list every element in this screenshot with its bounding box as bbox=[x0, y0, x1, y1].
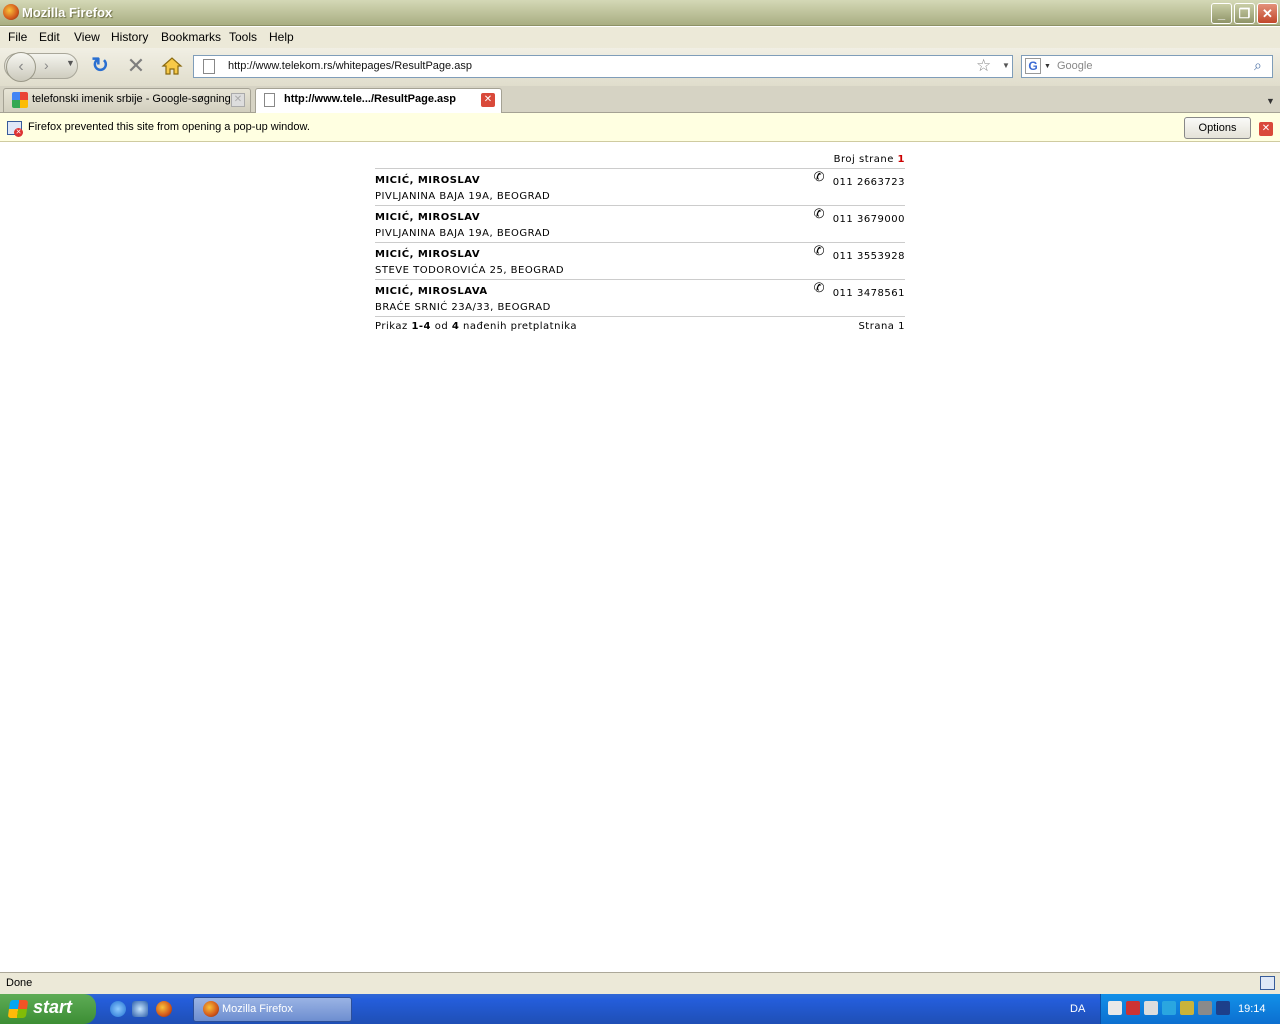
tab-google-search[interactable]: telefonski imenik srbije - Google-søgnin… bbox=[3, 88, 251, 112]
reload-button[interactable]: ↻ bbox=[88, 54, 112, 78]
notification-close-button[interactable]: ✕ bbox=[1259, 122, 1273, 136]
page-label: Broj strane bbox=[833, 154, 894, 165]
bottom-page-label: Strana bbox=[858, 321, 895, 332]
firefox-quicklaunch-icon[interactable] bbox=[156, 1001, 172, 1017]
tray-security-icon[interactable] bbox=[1198, 1001, 1212, 1015]
result-row: MICIĆ, MIROSLAV PIVLJANINA BAJA 19A, BEO… bbox=[375, 169, 905, 206]
menu-file[interactable]: File bbox=[8, 30, 27, 44]
tab-list-icon[interactable]: ▼ bbox=[1266, 96, 1275, 106]
tab-result-page[interactable]: http://www.tele.../ResultPage.asp bbox=[255, 88, 502, 114]
forward-button[interactable]: › bbox=[44, 57, 49, 73]
results-page: Broj strane 1 MICIĆ, MIROSLAV PIVLJANINA… bbox=[375, 150, 905, 335]
page-favicon-icon bbox=[264, 93, 275, 107]
google-favicon-icon bbox=[12, 92, 28, 108]
bottom-page-indicator: Strana 1 bbox=[858, 321, 905, 332]
clock: 19:14 bbox=[1238, 1003, 1266, 1015]
phone-number: 011 3553928 bbox=[832, 251, 905, 262]
subscriber-address: PIVLJANINA BAJA 19A, BEOGRAD bbox=[375, 191, 551, 202]
firefox-taskbar-icon bbox=[203, 1001, 219, 1017]
subscriber-address: BRAĆE SRNIĆ 23A/33, BEOGRAD bbox=[375, 302, 551, 313]
tab-label: http://www.tele.../ResultPage.asp bbox=[284, 93, 456, 105]
windows-taskbar bbox=[0, 994, 1280, 1024]
tray-monitor-icon[interactable] bbox=[1216, 1001, 1230, 1015]
restore-button[interactable]: ❐ bbox=[1234, 3, 1255, 24]
tab-close-button[interactable]: ✕ bbox=[481, 93, 495, 107]
phone-icon: ✆ bbox=[813, 170, 825, 185]
language-indicator[interactable]: DA bbox=[1070, 1003, 1085, 1015]
options-button[interactable]: Options bbox=[1184, 117, 1251, 139]
back-button[interactable]: ‹ bbox=[6, 52, 36, 82]
google-engine-icon[interactable]: G bbox=[1025, 58, 1041, 74]
result-row: MICIĆ, MIROSLAV STEVE TODOROVIĆA 25, BEO… bbox=[375, 243, 905, 280]
close-window-button[interactable]: ✕ bbox=[1257, 3, 1278, 24]
minimize-button[interactable]: _ bbox=[1211, 3, 1232, 24]
phone-number: 011 3478561 bbox=[832, 288, 905, 299]
bottom-page-number: 1 bbox=[898, 321, 905, 332]
window-title: Mozilla Firefox bbox=[22, 5, 113, 20]
window-titlebar[interactable] bbox=[0, 0, 1280, 26]
status-text: Done bbox=[6, 977, 33, 989]
menu-history[interactable]: History bbox=[111, 30, 148, 44]
tray-network-icon[interactable] bbox=[1144, 1001, 1158, 1015]
notification-text: Firefox prevented this site from opening… bbox=[28, 121, 310, 133]
search-input[interactable]: Google bbox=[1057, 60, 1092, 72]
summary-prefix: Prikaz bbox=[375, 321, 408, 332]
phone-icon: ✆ bbox=[813, 281, 825, 296]
summary-range: 1-4 bbox=[411, 321, 432, 332]
internet-explorer-icon[interactable] bbox=[110, 1001, 126, 1017]
pager-top: Broj strane 1 bbox=[375, 150, 905, 169]
menu-view[interactable]: View bbox=[74, 30, 100, 44]
subscriber-name: MICIĆ, MIROSLAV bbox=[375, 249, 481, 260]
phone-number: 011 3679000 bbox=[832, 214, 905, 225]
page-icon bbox=[203, 59, 215, 74]
search-icon[interactable]: ⌕ bbox=[1254, 57, 1262, 74]
phone-number: 011 2663723 bbox=[832, 177, 905, 188]
tray-pen-icon[interactable] bbox=[1180, 1001, 1194, 1015]
result-row: MICIĆ, MIROSLAVA BRAĆE SRNIĆ 23A/33, BEO… bbox=[375, 280, 905, 317]
engine-dropdown-icon[interactable]: ▼ bbox=[1044, 63, 1051, 70]
home-button[interactable] bbox=[160, 54, 184, 78]
url-text[interactable]: http://www.telekom.rs/whitepages/ResultP… bbox=[228, 60, 472, 72]
windows-flag-icon bbox=[7, 1000, 29, 1018]
blocked-x-icon: ✕ bbox=[14, 128, 23, 137]
summary-total: 4 bbox=[451, 321, 460, 332]
tray-app-icon[interactable] bbox=[1108, 1001, 1122, 1015]
quicklaunch-app-icon[interactable] bbox=[132, 1001, 148, 1017]
phone-icon: ✆ bbox=[813, 244, 825, 259]
url-dropdown-icon[interactable]: ▼ bbox=[1002, 61, 1010, 70]
phone-icon: ✆ bbox=[813, 207, 825, 222]
home-icon bbox=[161, 57, 183, 75]
stop-button[interactable]: ✕ bbox=[124, 54, 148, 78]
subscriber-name: MICIĆ, MIROSLAV bbox=[375, 175, 481, 186]
page-number-link[interactable]: 1 bbox=[898, 154, 905, 165]
subscriber-name: MICIĆ, MIROSLAVA bbox=[375, 286, 488, 297]
menu-help[interactable]: Help bbox=[269, 30, 294, 44]
results-summary: Prikaz 1-4 od 4 nađenih pretplatnika bbox=[375, 321, 577, 332]
summary-od: od bbox=[434, 321, 449, 332]
subscriber-address: PIVLJANINA BAJA 19A, BEOGRAD bbox=[375, 228, 551, 239]
subscriber-name: MICIĆ, MIROSLAV bbox=[375, 212, 481, 223]
menu-tools[interactable]: Tools bbox=[229, 30, 257, 44]
tab-label: telefonski imenik srbije - Google-søgnin… bbox=[32, 93, 231, 105]
popup-blocked-status-icon[interactable] bbox=[1260, 976, 1275, 990]
menu-edit[interactable]: Edit bbox=[39, 30, 60, 44]
summary-suffix: nađenih pretplatnika bbox=[463, 321, 577, 332]
bookmark-star-icon[interactable]: ☆ bbox=[976, 56, 991, 76]
tray-z-icon[interactable] bbox=[1162, 1001, 1176, 1015]
tray-volume-icon[interactable] bbox=[1126, 1001, 1140, 1015]
result-row: MICIĆ, MIROSLAV PIVLJANINA BAJA 19A, BEO… bbox=[375, 206, 905, 243]
firefox-logo-icon bbox=[3, 4, 19, 20]
history-dropdown-icon[interactable]: ▼ bbox=[66, 58, 75, 68]
menu-bookmarks[interactable]: Bookmarks bbox=[161, 30, 221, 44]
subscriber-address: STEVE TODOROVIĆA 25, BEOGRAD bbox=[375, 265, 565, 276]
tab-close-button[interactable]: ✕ bbox=[231, 93, 245, 107]
pager-bottom: Prikaz 1-4 od 4 nađenih pretplatnika Str… bbox=[375, 317, 905, 335]
status-bar bbox=[0, 972, 1280, 994]
